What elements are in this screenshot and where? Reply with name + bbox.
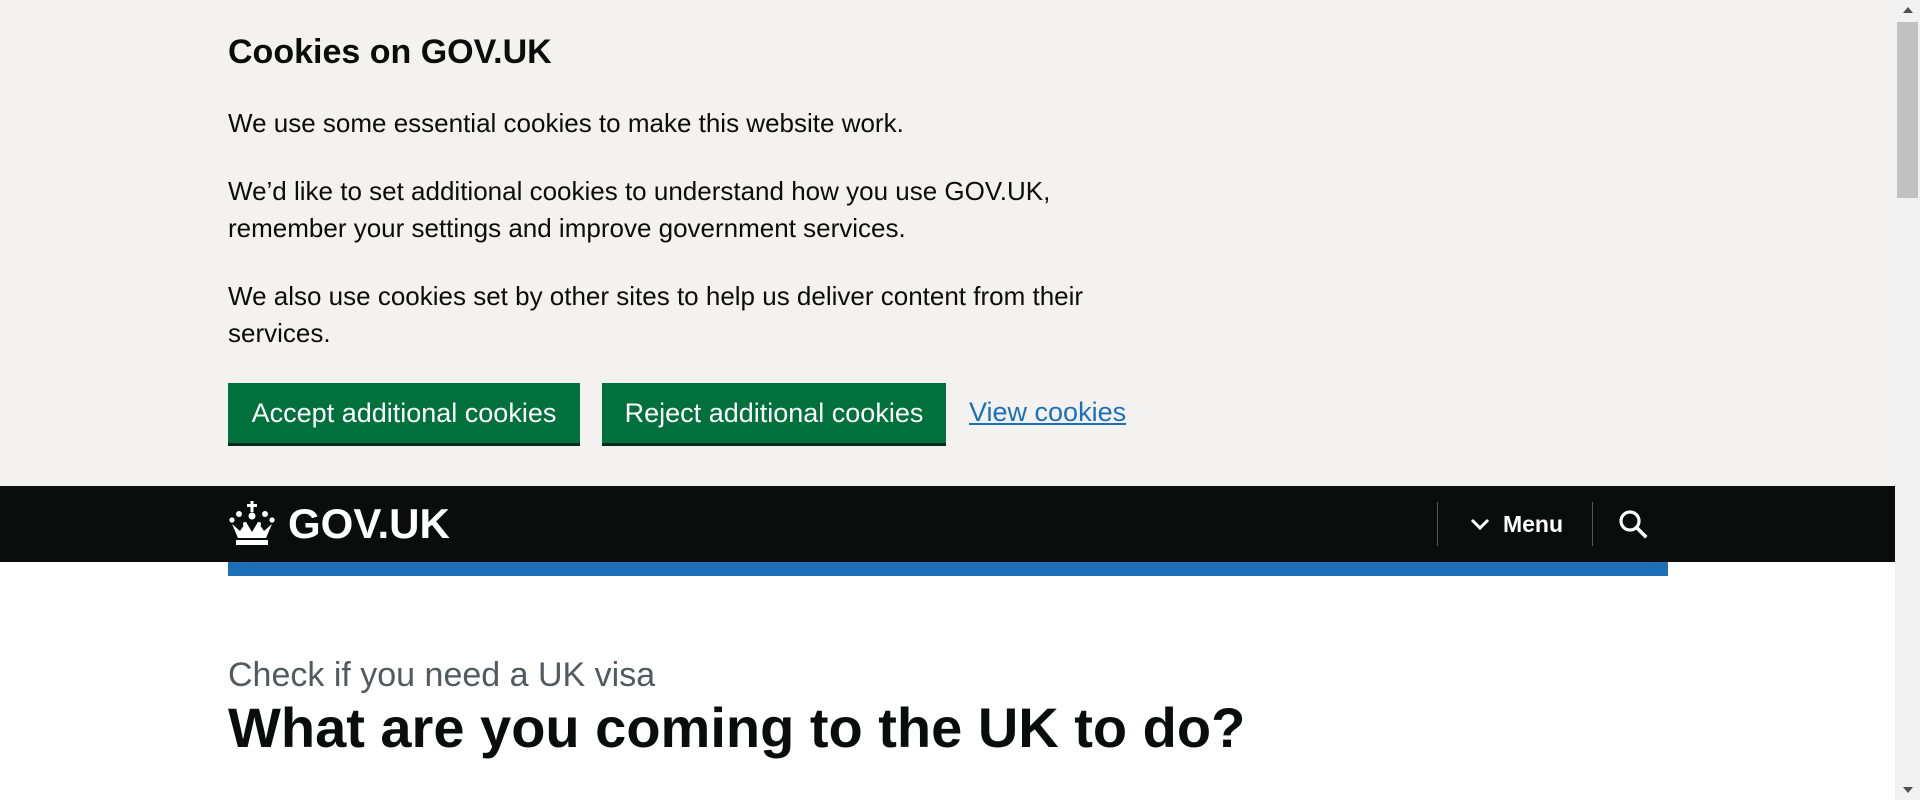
govuk-logo-link[interactable]: GOV.UK bbox=[228, 498, 450, 550]
page-caption: Check if you need a UK visa bbox=[228, 656, 656, 694]
cookie-paragraph-third-party: We also use cookies set by other sites t… bbox=[228, 281, 1084, 348]
header-divider bbox=[1437, 502, 1438, 546]
view-cookies-link[interactable]: View cookies bbox=[969, 396, 1126, 428]
reject-cookies-button[interactable]: Reject additional cookies bbox=[602, 383, 946, 443]
site-header: GOV.UK Menu bbox=[0, 486, 1895, 562]
vertical-scrollbar[interactable] bbox=[1895, 0, 1920, 800]
cookie-banner-title: Cookies on GOV.UK bbox=[228, 33, 552, 71]
header-blue-bar bbox=[228, 562, 1668, 576]
cookie-banner: Cookies on GOV.UK We use some essential … bbox=[0, 0, 1895, 486]
crown-icon bbox=[229, 501, 275, 545]
logo-text: GOV.UK bbox=[288, 500, 450, 547]
search-button[interactable] bbox=[1605, 486, 1661, 562]
cookie-paragraph-essential: We use some essential cookies to make th… bbox=[228, 108, 904, 138]
menu-label: Menu bbox=[1502, 510, 1564, 537]
page-title: What are you coming to the UK to do? bbox=[228, 696, 1246, 759]
cookie-paragraph-additional: We’d like to set additional cookies to u… bbox=[228, 176, 1051, 243]
accept-cookies-button[interactable]: Accept additional cookies bbox=[228, 383, 580, 443]
scroll-down-icon[interactable] bbox=[1895, 780, 1920, 800]
scrollbar-thumb[interactable] bbox=[1897, 22, 1918, 198]
menu-button[interactable]: Menu bbox=[1452, 486, 1580, 562]
chevron-down-icon bbox=[1470, 518, 1490, 531]
page: Cookies on GOV.UK We use some essential … bbox=[0, 0, 1920, 800]
header-divider bbox=[1592, 502, 1593, 546]
scroll-up-icon[interactable] bbox=[1895, 0, 1920, 20]
search-icon bbox=[1619, 510, 1648, 539]
